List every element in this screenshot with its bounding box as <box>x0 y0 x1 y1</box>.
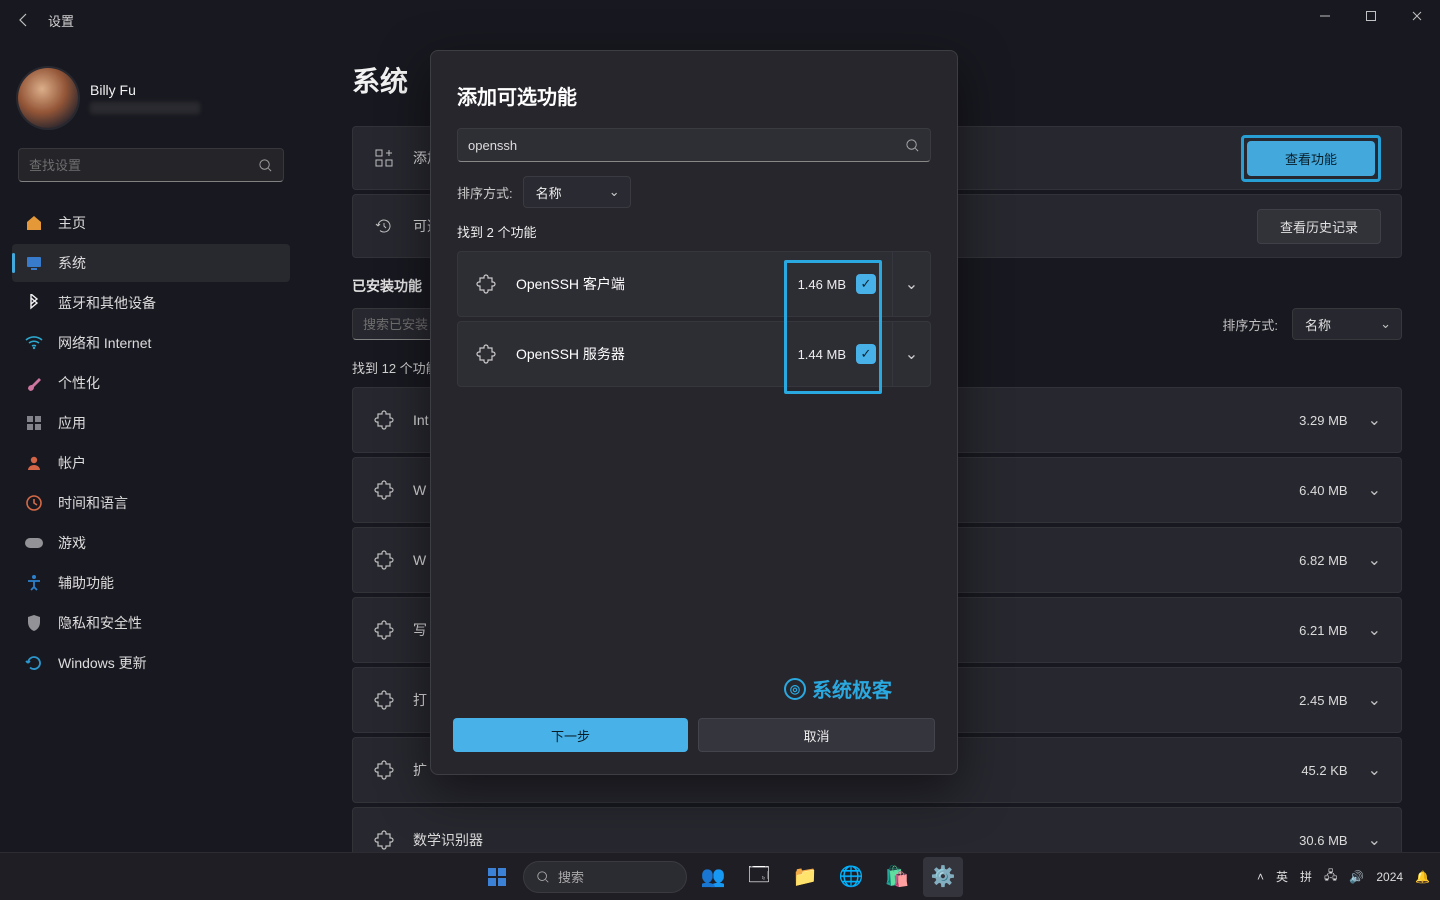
explorer-icon[interactable]: 🗔 <box>739 857 779 897</box>
volume-icon[interactable]: 🔊 <box>1349 870 1364 884</box>
expand-button[interactable]: ⌄ <box>892 252 930 316</box>
edge-icon[interactable]: 🌐 <box>831 857 871 897</box>
optional-feature-row: OpenSSH 服务器 1.44 MB ✓ ⌄ <box>457 321 931 387</box>
network-icon[interactable]: 🖧 <box>1324 866 1337 887</box>
next-button[interactable]: 下一步 <box>453 718 688 752</box>
ime-mode[interactable]: 拼 <box>1300 868 1312 885</box>
folder-icon[interactable]: 📁 <box>785 857 825 897</box>
puzzle-icon <box>476 274 500 294</box>
expand-button[interactable]: ⌄ <box>892 322 930 386</box>
cancel-button[interactable]: 取消 <box>698 718 935 752</box>
modal-sort-label: 排序方式: <box>457 183 513 202</box>
feature-size: 1.46 MB <box>798 277 846 292</box>
search-icon <box>905 138 920 153</box>
feature-checkbox[interactable]: ✓ <box>856 344 876 364</box>
puzzle-icon <box>476 344 500 364</box>
modal-search[interactable] <box>457 128 931 162</box>
store-icon[interactable]: 🛍️ <box>877 857 917 897</box>
feature-name: OpenSSH 服务器 <box>516 344 788 364</box>
ime-lang[interactable]: 英 <box>1276 868 1288 885</box>
start-button[interactable] <box>477 857 517 897</box>
modal-title: 添加可选功能 <box>457 81 931 110</box>
feature-name: OpenSSH 客户端 <box>516 274 788 294</box>
system-tray[interactable]: ˄ 英 拼 🖧 🔊 2024 🔔 <box>1257 866 1430 887</box>
add-feature-modal: 添加可选功能 排序方式: 名称 找到 2 个功能 OpenSSH 客户端 1.46… <box>430 50 958 775</box>
feature-checkbox[interactable]: ✓ <box>856 274 876 294</box>
optional-feature-row: OpenSSH 客户端 1.46 MB ✓ ⌄ <box>457 251 931 317</box>
settings-taskbar-icon[interactable]: ⚙️ <box>923 857 963 897</box>
clock-year[interactable]: 2024 <box>1376 870 1403 884</box>
task-view-icon[interactable]: 👥 <box>693 857 733 897</box>
modal-found: 找到 2 个功能 <box>457 222 931 241</box>
notifications-icon[interactable]: 🔔 <box>1415 870 1430 884</box>
tray-chevron-icon[interactable]: ˄ <box>1257 870 1264 884</box>
feature-size: 1.44 MB <box>798 347 846 362</box>
taskbar-search[interactable]: 搜索 <box>523 861 687 893</box>
modal-search-input[interactable] <box>468 138 905 153</box>
taskbar: 搜索 👥 🗔 📁 🌐 🛍️ ⚙️ ˄ 英 拼 🖧 🔊 2024 🔔 <box>0 852 1440 900</box>
watermark: ◎系统极客 <box>784 674 892 703</box>
modal-sort-select[interactable]: 名称 <box>523 176 631 208</box>
